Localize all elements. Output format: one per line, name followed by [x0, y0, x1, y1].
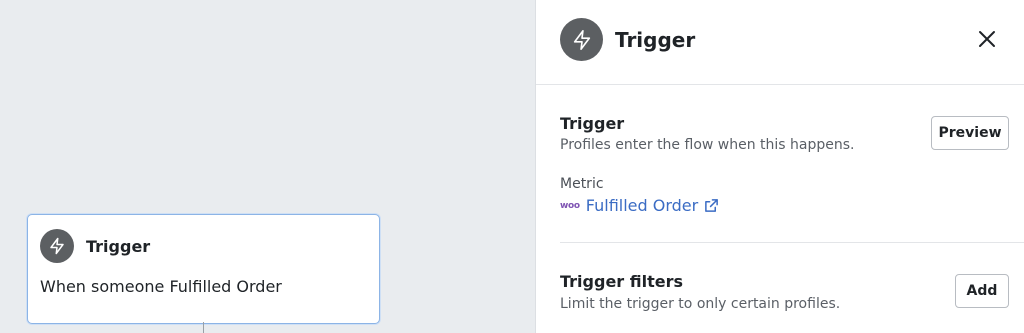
lightning-bolt-icon — [560, 18, 603, 61]
trigger-node[interactable]: Trigger When someone Fulfilled Order — [27, 214, 380, 324]
trigger-section-title: Trigger — [560, 114, 625, 133]
trigger-node-header: Trigger — [40, 229, 150, 263]
lightning-bolt-icon — [40, 229, 74, 263]
flow-connector-line — [203, 322, 204, 333]
trigger-filters-subtitle: Limit the trigger to only certain profil… — [560, 296, 841, 312]
woocommerce-logo: woo — [560, 200, 580, 211]
panel-title: Trigger — [615, 28, 696, 52]
close-button[interactable] — [975, 27, 999, 51]
metric-label: Metric — [560, 176, 604, 192]
trigger-node-description: When someone Fulfilled Order — [40, 277, 282, 296]
panel-header: Trigger — [536, 0, 1024, 85]
trigger-node-title: Trigger — [86, 236, 151, 256]
trigger-filters-title: Trigger filters — [560, 272, 684, 291]
external-link-icon[interactable] — [704, 198, 719, 213]
close-icon — [978, 30, 996, 48]
add-filter-button[interactable]: Add — [955, 274, 1009, 308]
trigger-side-panel: Trigger Trigger Profiles enter the flow … — [535, 0, 1024, 333]
preview-button[interactable]: Preview — [931, 116, 1009, 150]
section-divider — [560, 242, 1024, 243]
trigger-section-subtitle: Profiles enter the flow when this happen… — [560, 137, 855, 153]
metric-value-row: woo Fulfilled Order — [560, 196, 719, 215]
flow-canvas[interactable]: Trigger When someone Fulfilled Order — [0, 0, 535, 333]
metric-link[interactable]: Fulfilled Order — [586, 196, 698, 215]
